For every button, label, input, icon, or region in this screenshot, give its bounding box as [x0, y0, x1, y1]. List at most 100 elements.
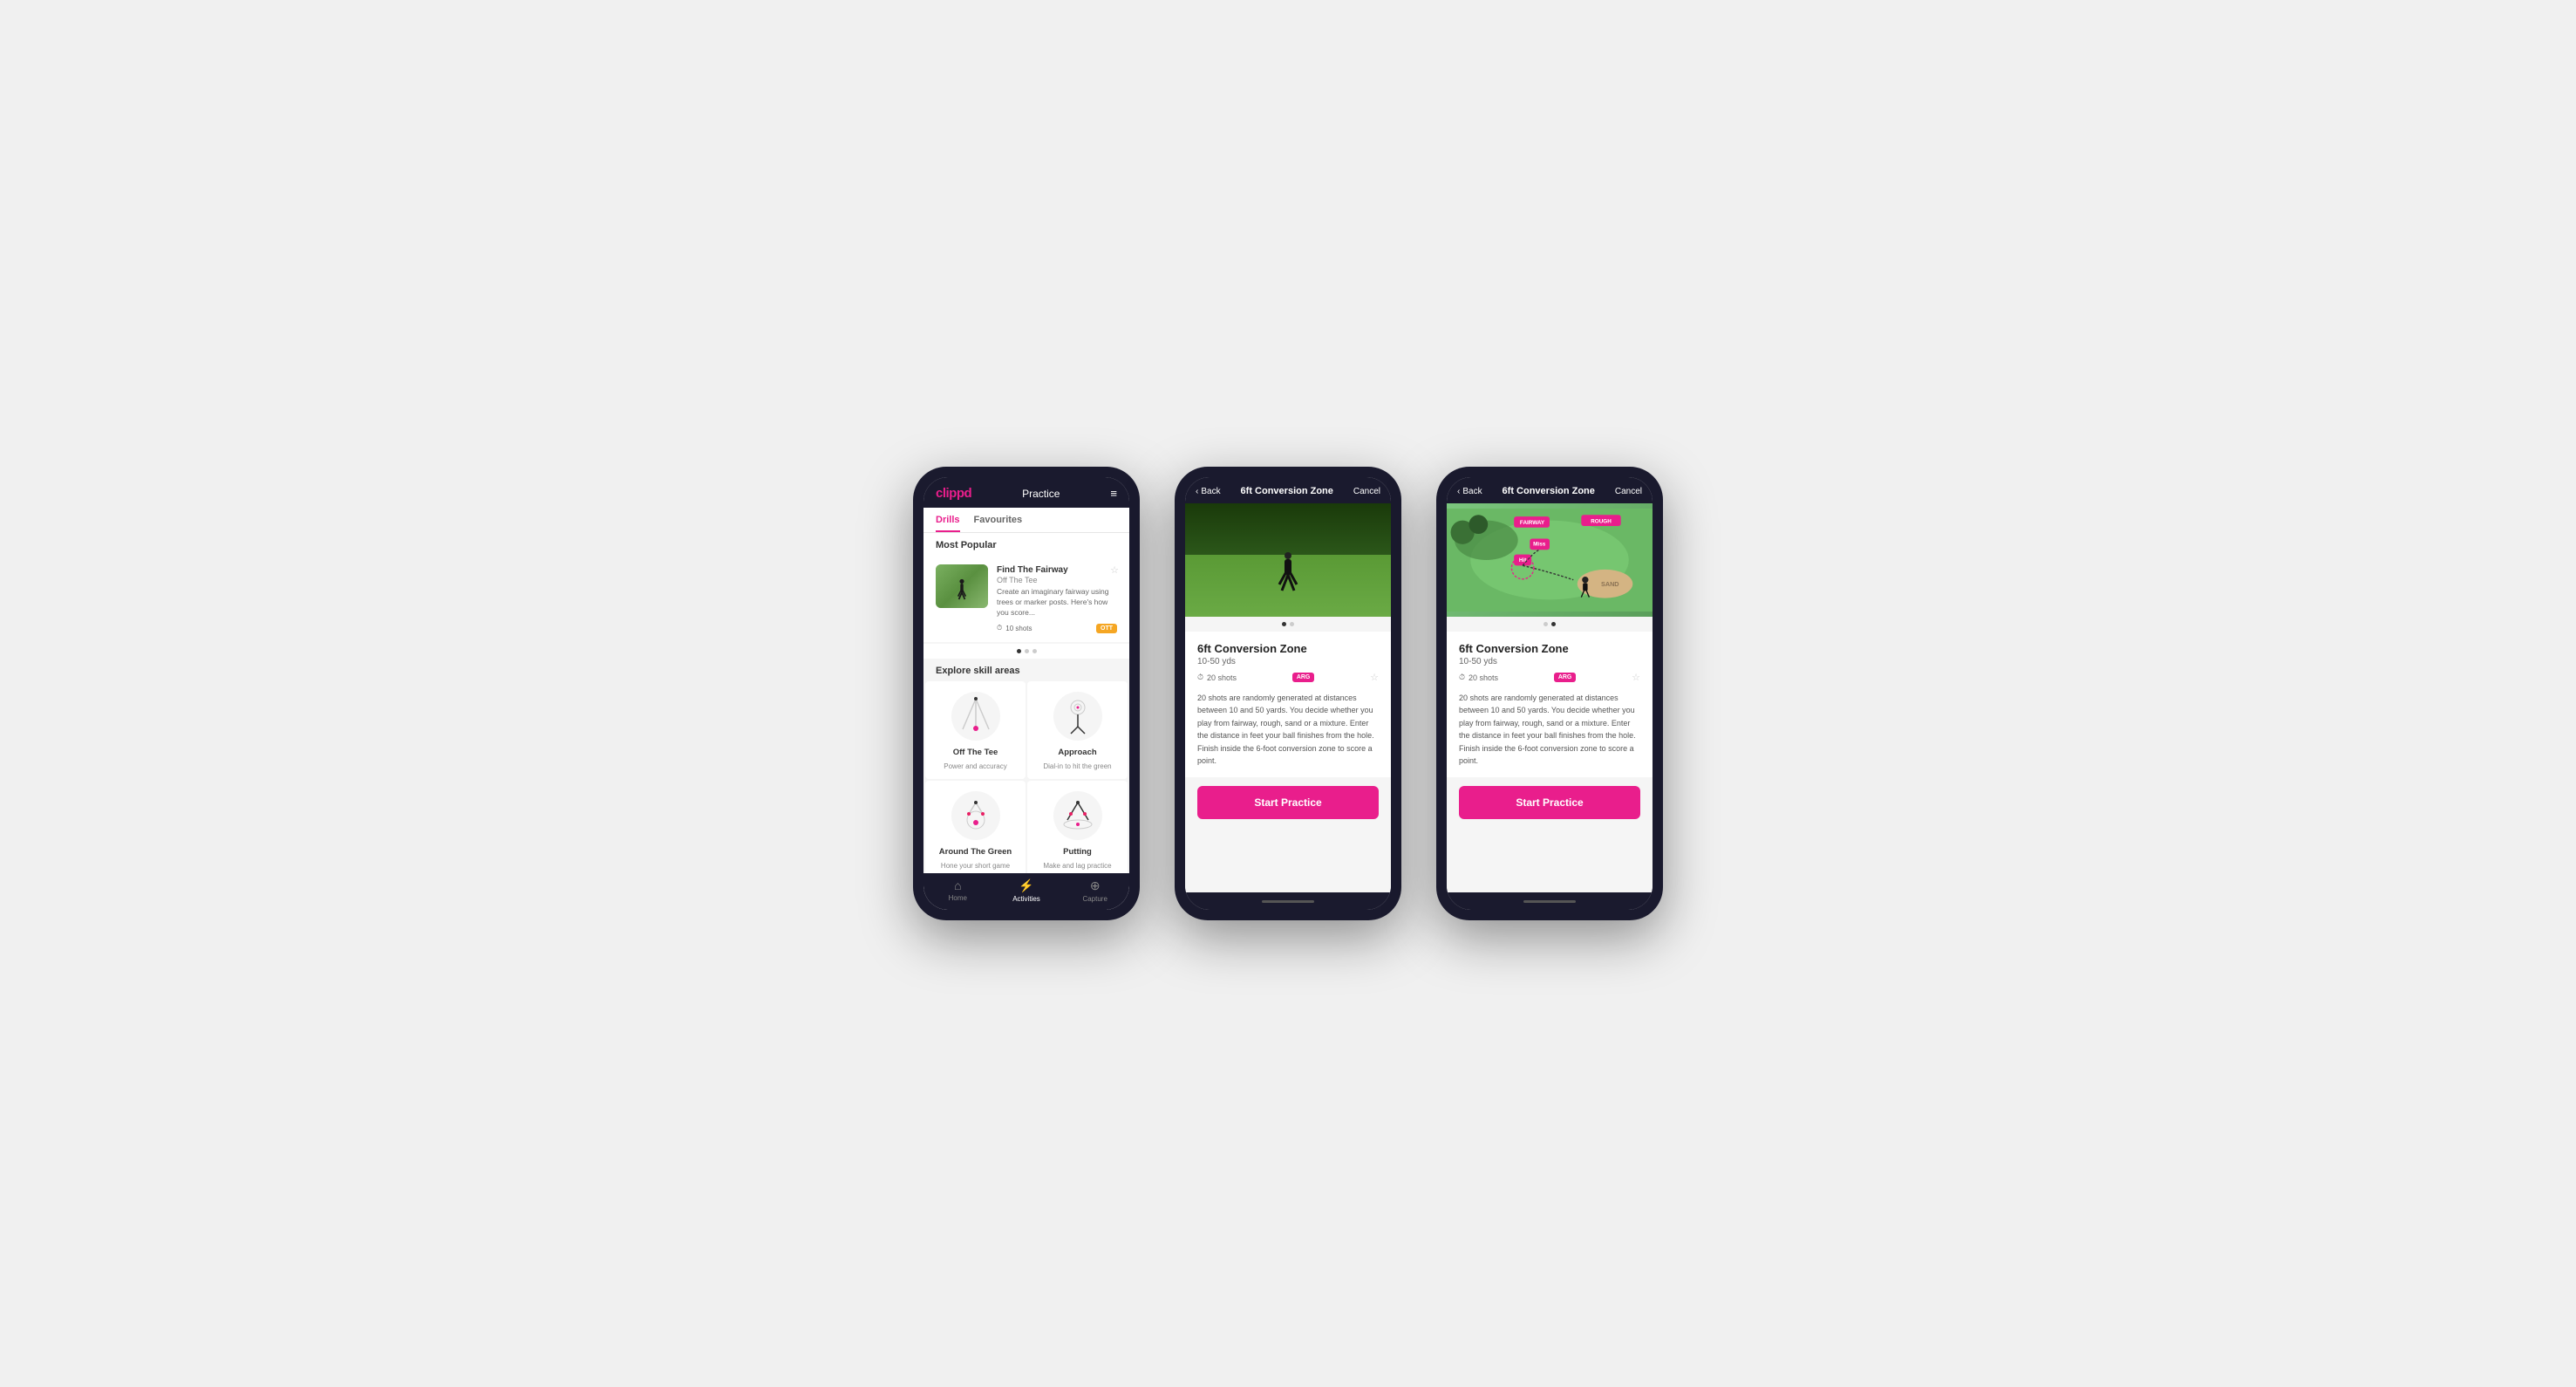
drill-detail-name-3: 6ft Conversion Zone	[1459, 642, 1640, 655]
svg-text:Miss: Miss	[1533, 542, 1546, 548]
drill-detail-range-3: 10-50 yds	[1459, 657, 1640, 666]
drill-subtitle: Off The Tee	[997, 576, 1117, 584]
back-label-2: Back	[1201, 487, 1220, 496]
detail-dot-1[interactable]	[1282, 622, 1286, 626]
dot-3[interactable]	[1032, 649, 1037, 653]
drill-description: Create an imaginary fairway using trees …	[997, 587, 1117, 618]
detail-header-title-3: 6ft Conversion Zone	[1503, 486, 1595, 496]
skill-card-ott[interactable]: Off The Tee Power and accuracy	[925, 681, 1026, 779]
detail-header-title-2: 6ft Conversion Zone	[1241, 486, 1333, 496]
home-bar-3	[1523, 900, 1576, 903]
nav-home-label: Home	[949, 894, 967, 902]
skill-ott-desc: Power and accuracy	[944, 762, 1006, 770]
putting-icon-area	[1052, 789, 1104, 842]
app-logo: clippd	[936, 486, 971, 501]
cancel-button-3[interactable]: Cancel	[1615, 487, 1642, 496]
atg-diagram	[950, 789, 1002, 842]
drill-detail-content-2: 6ft Conversion Zone 10-50 yds ⏱ 20 shots…	[1185, 632, 1391, 777]
back-button-3[interactable]: ‹ Back	[1457, 487, 1482, 496]
favourite-icon[interactable]: ☆	[1110, 564, 1119, 576]
phone-2: ‹ Back 6ft Conversion Zone Cancel	[1175, 467, 1401, 920]
chevron-left-icon: ‹	[1196, 487, 1198, 496]
drill-thumbnail	[936, 564, 988, 608]
shots-count-2: 20 shots	[1207, 673, 1237, 682]
skill-card-approach[interactable]: Approach Dial-in to hit the green	[1027, 681, 1128, 779]
home-bar-2	[1262, 900, 1314, 903]
shots-count: 10 shots	[1005, 625, 1032, 632]
phone-3-screen: ‹ Back 6ft Conversion Zone Cancel SAND	[1447, 477, 1653, 910]
clock-icon-3: ⏱	[1459, 673, 1465, 682]
phone-1: clippd Practice ≡ Drills Favourites Most…	[913, 467, 1140, 920]
skill-ott-name: Off The Tee	[953, 748, 998, 757]
detail-dot-3-1[interactable]	[1544, 622, 1548, 626]
skill-putting-name: Putting	[1063, 847, 1092, 857]
ott-icon-area	[950, 690, 1002, 742]
bottom-nav: ⌂ Home ⚡ Activities ⊕ Capture	[923, 873, 1129, 910]
approach-diagram	[1052, 690, 1104, 742]
fav-icon-3[interactable]: ☆	[1632, 672, 1640, 683]
skill-card-atg[interactable]: Around The Green Hone your short game	[925, 781, 1026, 873]
skill-atg-desc: Hone your short game	[941, 862, 1010, 870]
dot-1[interactable]	[1017, 649, 1021, 653]
skill-grid: Off The Tee Power and accuracy	[923, 680, 1129, 873]
shots-count-3: 20 shots	[1469, 673, 1498, 682]
nav-activities[interactable]: ⚡ Activities	[992, 878, 1061, 903]
detail-pagination-3	[1447, 617, 1653, 632]
dot-2[interactable]	[1025, 649, 1029, 653]
back-button-2[interactable]: ‹ Back	[1196, 487, 1221, 496]
explore-title: Explore skill areas	[923, 659, 1129, 680]
detail-pagination-2	[1185, 617, 1391, 632]
cancel-button-2[interactable]: Cancel	[1353, 487, 1380, 496]
golfer-silhouette-icon	[954, 578, 970, 605]
drill-name: Find The Fairway	[997, 564, 1117, 576]
back-label-3: Back	[1462, 487, 1482, 496]
tag-arg-2: ARG	[1292, 673, 1315, 682]
skill-atg-name: Around The Green	[939, 847, 1012, 857]
course-map-svg: SAND FAIRWAY ROUGH Hit Miss	[1447, 503, 1653, 617]
skill-card-putting[interactable]: Putting Make and lag practice	[1027, 781, 1128, 873]
detail-scroll-3: SAND FAIRWAY ROUGH Hit Miss	[1447, 503, 1653, 892]
detail-header-3: ‹ Back 6ft Conversion Zone Cancel	[1447, 477, 1653, 503]
drill-meta: ⏱ 10 shots OTT	[997, 624, 1117, 633]
hamburger-icon[interactable]: ≡	[1110, 487, 1117, 500]
shots-badge-2: ⏱ 20 shots	[1197, 673, 1237, 682]
drill-detail-meta-3: ⏱ 20 shots ARG ☆	[1459, 672, 1640, 683]
start-practice-button-2[interactable]: Start Practice	[1197, 786, 1379, 819]
golfer-photo-icon	[1275, 551, 1301, 599]
clock-icon: ⏱	[997, 624, 1002, 632]
shots-badge-3: ⏱ 20 shots	[1459, 673, 1498, 682]
tab-favourites[interactable]: Favourites	[974, 515, 1023, 532]
start-practice-button-3[interactable]: Start Practice	[1459, 786, 1640, 819]
drill-detail-desc-2: 20 shots are randomly generated at dista…	[1197, 692, 1379, 767]
phone-1-screen: clippd Practice ≡ Drills Favourites Most…	[923, 477, 1129, 910]
nav-activities-label: Activities	[1012, 895, 1040, 903]
approach-icon-area	[1052, 690, 1104, 742]
drill-info: Find The Fairway Off The Tee Create an i…	[997, 564, 1117, 633]
drill-thumb-image	[936, 564, 988, 608]
home-indicator-2	[1185, 892, 1391, 910]
golf-photo	[1185, 503, 1391, 617]
capture-icon: ⊕	[1090, 878, 1101, 893]
app-header: clippd Practice ≡	[923, 477, 1129, 508]
detail-dot-3-2[interactable]	[1551, 622, 1556, 626]
drill-detail-content-3: 6ft Conversion Zone 10-50 yds ⏱ 20 shots…	[1447, 632, 1653, 777]
fav-icon-2[interactable]: ☆	[1370, 672, 1379, 683]
detail-header-2: ‹ Back 6ft Conversion Zone Cancel	[1185, 477, 1391, 503]
skill-approach-desc: Dial-in to hit the green	[1043, 762, 1111, 770]
shots-info: ⏱ 10 shots	[997, 624, 1032, 632]
activities-icon: ⚡	[1019, 878, 1033, 893]
svg-text:FAIRWAY: FAIRWAY	[1520, 520, 1545, 526]
nav-capture[interactable]: ⊕ Capture	[1060, 878, 1129, 903]
scroll-content: Most Popular	[923, 533, 1129, 873]
tab-drills[interactable]: Drills	[936, 515, 960, 532]
pagination-dots	[923, 644, 1129, 659]
home-icon: ⌂	[954, 878, 961, 892]
detail-dot-2[interactable]	[1290, 622, 1294, 626]
ott-diagram	[950, 690, 1002, 742]
skill-putting-desc: Make and lag practice	[1043, 862, 1111, 870]
tag-ott: OTT	[1096, 624, 1117, 633]
featured-drill-card[interactable]: Find The Fairway Off The Tee Create an i…	[923, 556, 1129, 642]
nav-home[interactable]: ⌂ Home	[923, 878, 992, 903]
clock-icon-2: ⏱	[1197, 673, 1203, 682]
drill-detail-meta-2: ⏱ 20 shots ARG ☆	[1197, 672, 1379, 683]
